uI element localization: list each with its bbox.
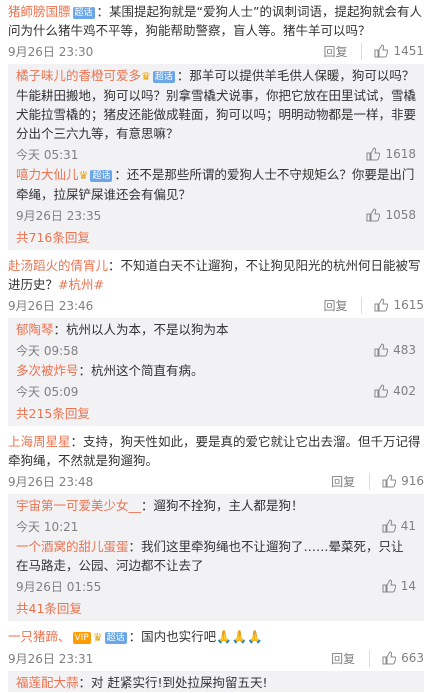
reply-thread: 橘子味儿的香橙可爱多♛ 超话 ：那羊可以提供羊毛供人保暖，狗可以吗？牛能耕田搬地，狗… xyxy=(8,64,424,250)
comment-username[interactable]: 一只猪蹄、 xyxy=(8,629,71,644)
reply-meta: 今天 09:58 483 xyxy=(16,339,416,361)
reply-username[interactable]: 嘻力大仙儿 xyxy=(16,167,79,182)
comment-item: 一只猪蹄、 VIP ♛ 超话 ：国内也实行吧🙏🙏🙏 9月26日 23:31 回复 663… xyxy=(8,629,424,692)
comment-meta: 9月26日 23:48 回复 916 xyxy=(8,470,424,492)
crown-icon: ♛ xyxy=(92,631,103,644)
like-button[interactable]: 402 xyxy=(374,384,416,398)
like-count: 483 xyxy=(393,343,416,357)
thumbs-up-icon xyxy=(382,474,397,488)
comment-time: 9月26日 23:48 xyxy=(8,474,94,489)
like-button[interactable]: 14 xyxy=(382,579,416,593)
like-count: 663 xyxy=(401,651,424,665)
reply-item: 多次被炸号：杭州这个简直有病。 xyxy=(16,363,204,378)
thumbs-up-icon xyxy=(374,298,389,312)
reply-username[interactable]: 一个酒窝的甜儿蛋蛋 xyxy=(16,539,129,554)
like-button[interactable]: 1451 xyxy=(374,44,424,58)
like-count: 41 xyxy=(400,519,416,533)
reply-text: 杭州以人为本，不是以狗为本 xyxy=(66,322,229,337)
comment-text: 国内也实行吧 xyxy=(141,629,217,644)
reply-time: 今天 10:21 xyxy=(16,519,79,534)
thumbs-up-icon xyxy=(382,519,396,533)
thumbs-up-icon xyxy=(366,147,381,161)
member-badge: 超话 xyxy=(152,71,175,83)
thumbs-up-icon xyxy=(374,44,389,58)
reply-time: 9月26日 01:55 xyxy=(16,579,102,594)
reply-thread: 宇宙第一可爱美少女__：遛狗不拴狗，主人都是狗！ 今天 10:21 41 一个酒… xyxy=(8,494,424,621)
reply-thread: 郁陶琴：杭州以人为本，不是以狗为本 今天 09:58 483 多次被炸号：杭州这… xyxy=(8,318,424,426)
like-count: 402 xyxy=(393,384,416,398)
reply-username[interactable]: 郁陶琴 xyxy=(16,322,54,337)
thumbs-up-icon xyxy=(382,579,396,593)
reply-item: 福莲配大蒜：对 赶紧实行!到处拉屎拘留五天! xyxy=(16,675,268,690)
crown-icon: ♛ xyxy=(78,169,89,182)
comment-time: 9月26日 23:30 xyxy=(8,44,94,59)
reply-meta: 9月26日 23:35 1058 xyxy=(16,204,416,226)
comment-meta: 9月26日 23:30 回复 1451 xyxy=(8,40,424,62)
thumbs-up-icon xyxy=(366,208,381,222)
vip-badge: VIP xyxy=(72,632,91,644)
reply-item: 一个酒窝的甜儿蛋蛋：我们这里牵狗绳也不让遛狗了……晕菜死，只让在马路走，公园、河… xyxy=(16,539,404,573)
comment-time: 9月26日 23:46 xyxy=(8,298,94,313)
reply-username[interactable]: 宇宙第一可爱美少女__ xyxy=(16,498,141,513)
like-count: 1618 xyxy=(385,147,416,161)
like-count: 14 xyxy=(400,579,416,593)
reply-meta: 9月26日 01:55 14 xyxy=(16,575,416,597)
comment-list: 猪師膀国膘 超话 ：某围提起狗就是“爱狗人士”的讽刺词语，提起狗就会有人问为什么猪牛… xyxy=(0,0,432,693)
reply-meta: 今天 10:21 41 xyxy=(16,515,416,537)
reply-time: 今天 09:58 xyxy=(16,343,79,358)
thumbs-up-icon xyxy=(374,384,389,398)
like-count: 1058 xyxy=(385,208,416,222)
reply-meta: 今天 05:31 1618 xyxy=(16,143,416,165)
reply-username[interactable]: 橘子味儿的香橙可爱多 xyxy=(16,68,141,83)
reply-button[interactable]: 回复 xyxy=(323,42,363,60)
reply-item: 郁陶琴：杭州以人为本，不是以狗为本 xyxy=(16,322,229,337)
like-count: 1615 xyxy=(393,298,424,312)
more-replies-link[interactable]: 共215条回复 xyxy=(16,402,416,426)
reply-item: 橘子味儿的香橙可爱多♛ 超话 ：那羊可以提供羊毛供人保暖，狗可以吗？牛能耕田搬地，狗… xyxy=(16,68,417,141)
reply-username[interactable]: 多次被炸号 xyxy=(16,363,79,378)
member-badge: 超话 xyxy=(72,7,95,19)
comment-username[interactable]: 上海周星星 xyxy=(8,434,71,449)
like-count: 1451 xyxy=(393,44,424,58)
hashtag-link[interactable]: #杭州# xyxy=(58,277,104,292)
comment-time: 9月26日 23:31 xyxy=(8,651,94,666)
thumbs-up-icon xyxy=(382,651,397,665)
member-badge: 超话 xyxy=(90,170,113,182)
like-button[interactable]: 916 xyxy=(382,474,424,488)
like-button[interactable]: 1058 xyxy=(366,208,416,222)
reply-username[interactable]: 福莲配大蒜 xyxy=(16,675,79,690)
reply-time: 今天 05:09 xyxy=(16,384,79,399)
reply-time: 9月26日 23:35 xyxy=(16,208,102,223)
like-button[interactable]: 483 xyxy=(374,343,416,357)
comment-item: 赴汤蹈火的倩宵儿：不知道白天不让遛狗，不让狗见阳光的杭州何日能被写进历史？#杭州… xyxy=(0,256,432,426)
comment-item: 猪師膀国膘 超话 ：某围提起狗就是“爱狗人士”的讽刺词语，提起狗就会有人问为什么猪牛… xyxy=(0,0,432,250)
more-replies-link[interactable]: 共716条回复 xyxy=(16,226,416,250)
member-badge: 超话 xyxy=(104,632,127,644)
like-button[interactable]: 1615 xyxy=(374,298,424,312)
reply-button[interactable]: 回复 xyxy=(331,472,371,490)
comment-item: 上海周星星：支持，狗天性如此，要是真的爱它就让它出去溜。但千万记得牵狗绳，不然就… xyxy=(0,432,432,621)
comment-meta: 9月26日 23:31 回复 663 xyxy=(8,647,424,669)
reply-text: 杭州这个简直有病。 xyxy=(91,363,204,378)
comment-username[interactable]: 赴汤蹈火的倩宵儿 xyxy=(8,258,108,273)
comment-meta: 9月26日 23:46 回复 1615 xyxy=(8,294,424,316)
reply-item: 宇宙第一可爱美少女__：遛狗不拴狗，主人都是狗！ xyxy=(16,498,304,513)
reply-button[interactable]: 回复 xyxy=(331,649,371,667)
thumbs-up-icon xyxy=(374,343,389,357)
like-button[interactable]: 1618 xyxy=(366,147,416,161)
reply-thread: 福莲配大蒜：对 赶紧实行!到处拉屎拘留五天! xyxy=(8,671,424,692)
reply-time: 今天 05:31 xyxy=(16,147,79,162)
reply-meta: 今天 05:09 402 xyxy=(16,380,416,402)
like-button[interactable]: 41 xyxy=(382,519,416,533)
reply-text: 遛狗不拴狗，主人都是狗！ xyxy=(153,498,304,513)
like-count: 916 xyxy=(401,474,424,488)
comment-username[interactable]: 猪師膀国膘 xyxy=(8,4,71,19)
more-replies-link[interactable]: 共41条回复 xyxy=(16,597,416,621)
reply-text: 对 赶紧实行!到处拉屎拘留五天! xyxy=(91,675,268,690)
like-button[interactable]: 663 xyxy=(382,651,424,665)
crown-icon: ♛ xyxy=(141,70,151,83)
reply-button[interactable]: 回复 xyxy=(323,296,363,314)
reply-item: 嘻力大仙儿♛ 超话 ：还不是那些所谓的爱狗人士不守规矩么？你要是出门牵绳，拉屎铲屎谁… xyxy=(16,167,415,202)
pray-emoji: 🙏🙏🙏 xyxy=(216,629,263,644)
